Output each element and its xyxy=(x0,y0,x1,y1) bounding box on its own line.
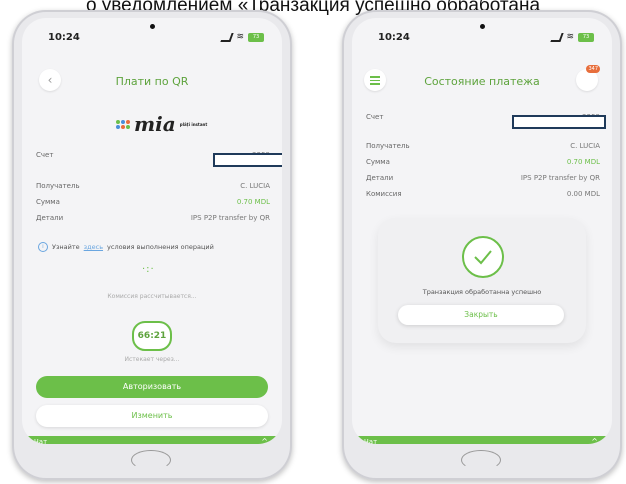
status-icons: ≋ 73 xyxy=(220,32,264,42)
payment-status-screen: 10:24 ≋ 73 Состояние платежа 347 Счет 22… xyxy=(352,18,612,444)
row-label: Детали xyxy=(36,214,64,222)
expires-label: Истекает через... xyxy=(124,356,180,363)
info-icon: i xyxy=(38,242,48,252)
row-label: Сумма xyxy=(36,198,60,206)
phone-frame-right: 10:24 ≋ 73 Состояние платежа 347 Счет 22… xyxy=(342,10,622,480)
mia-logo: mia plăți instant xyxy=(116,112,207,136)
row-value: 0.00 MDL xyxy=(566,190,600,198)
conditions-link[interactable]: здесь xyxy=(84,243,103,251)
success-check-icon xyxy=(462,236,504,278)
redaction-box xyxy=(512,115,606,129)
logo-subtext: plăți instant xyxy=(179,121,208,127)
chat-bar[interactable]: Чат ^ xyxy=(22,436,282,444)
countdown-timer: 66:21 xyxy=(132,321,172,351)
row-label: Получатель xyxy=(366,142,410,150)
notification-badge: 347 xyxy=(586,65,600,73)
info-prefix: Узнайте xyxy=(52,243,80,251)
qr-payment-screen: 10:24 ≋ 73 ‹ Плати по QR mia plăți insta… xyxy=(22,18,282,444)
page-title: Состояние платежа xyxy=(424,75,540,88)
chevron-up-icon: ^ xyxy=(261,437,268,444)
phone-frame-left: 10:24 ≋ 73 ‹ Плати по QR mia plăți insta… xyxy=(12,10,292,480)
row-label: Счет xyxy=(366,113,384,121)
logo-dots-icon xyxy=(116,119,130,129)
edit-button[interactable]: Изменить xyxy=(36,405,268,427)
notifications-button[interactable]: 347 xyxy=(576,65,600,91)
loading-spinner-icon: ·:· xyxy=(142,264,155,275)
commission-status: Комиссия рассчитывается... xyxy=(107,293,197,300)
success-message: Транзакция обработанна успешно xyxy=(422,288,542,296)
row-label: Сумма xyxy=(366,158,390,166)
home-button[interactable] xyxy=(131,450,171,470)
chevron-up-icon: ^ xyxy=(591,437,598,444)
wifi-icon: ≋ xyxy=(566,32,574,42)
battery-icon: 73 xyxy=(248,32,264,42)
camera-notch xyxy=(480,24,485,29)
row-label: Комиссия xyxy=(366,190,402,198)
conditions-info: i Узнайте здесь условия выполнения опера… xyxy=(38,242,214,252)
row-value: C. LUCIA xyxy=(570,142,600,150)
close-button[interactable]: Закрыть xyxy=(398,305,564,325)
row-label: Получатель xyxy=(36,182,80,190)
row-value: IPS P2P transfer by QR xyxy=(520,174,600,182)
redaction-box xyxy=(213,153,282,167)
row-label: Счет xyxy=(36,151,54,159)
row-value: IPS P2P transfer by QR xyxy=(190,214,270,222)
status-icons: ≋ 73 xyxy=(550,32,594,42)
camera-notch xyxy=(150,24,155,29)
status-time: 10:24 xyxy=(378,32,410,43)
chat-label: Чат xyxy=(364,438,378,444)
home-button[interactable] xyxy=(461,450,501,470)
row-value: 0.70 MDL xyxy=(566,158,600,166)
signal-icon xyxy=(220,32,235,42)
chat-label: Чат xyxy=(34,438,48,444)
row-value: 0.70 MDL xyxy=(236,198,270,206)
info-suffix: условия выполнения операций xyxy=(107,243,214,251)
signal-icon xyxy=(550,32,565,42)
status-time: 10:24 xyxy=(48,32,80,43)
page-title: Плати по QR xyxy=(115,75,189,88)
authorize-button[interactable]: Авторизовать xyxy=(36,376,268,398)
row-value: C. LUCIA xyxy=(240,182,270,190)
logo-text: mia xyxy=(134,112,176,136)
chat-bar[interactable]: Чат ^ xyxy=(352,436,612,444)
row-label: Детали xyxy=(366,174,394,182)
wifi-icon: ≋ xyxy=(236,32,244,42)
battery-icon: 73 xyxy=(578,32,594,42)
